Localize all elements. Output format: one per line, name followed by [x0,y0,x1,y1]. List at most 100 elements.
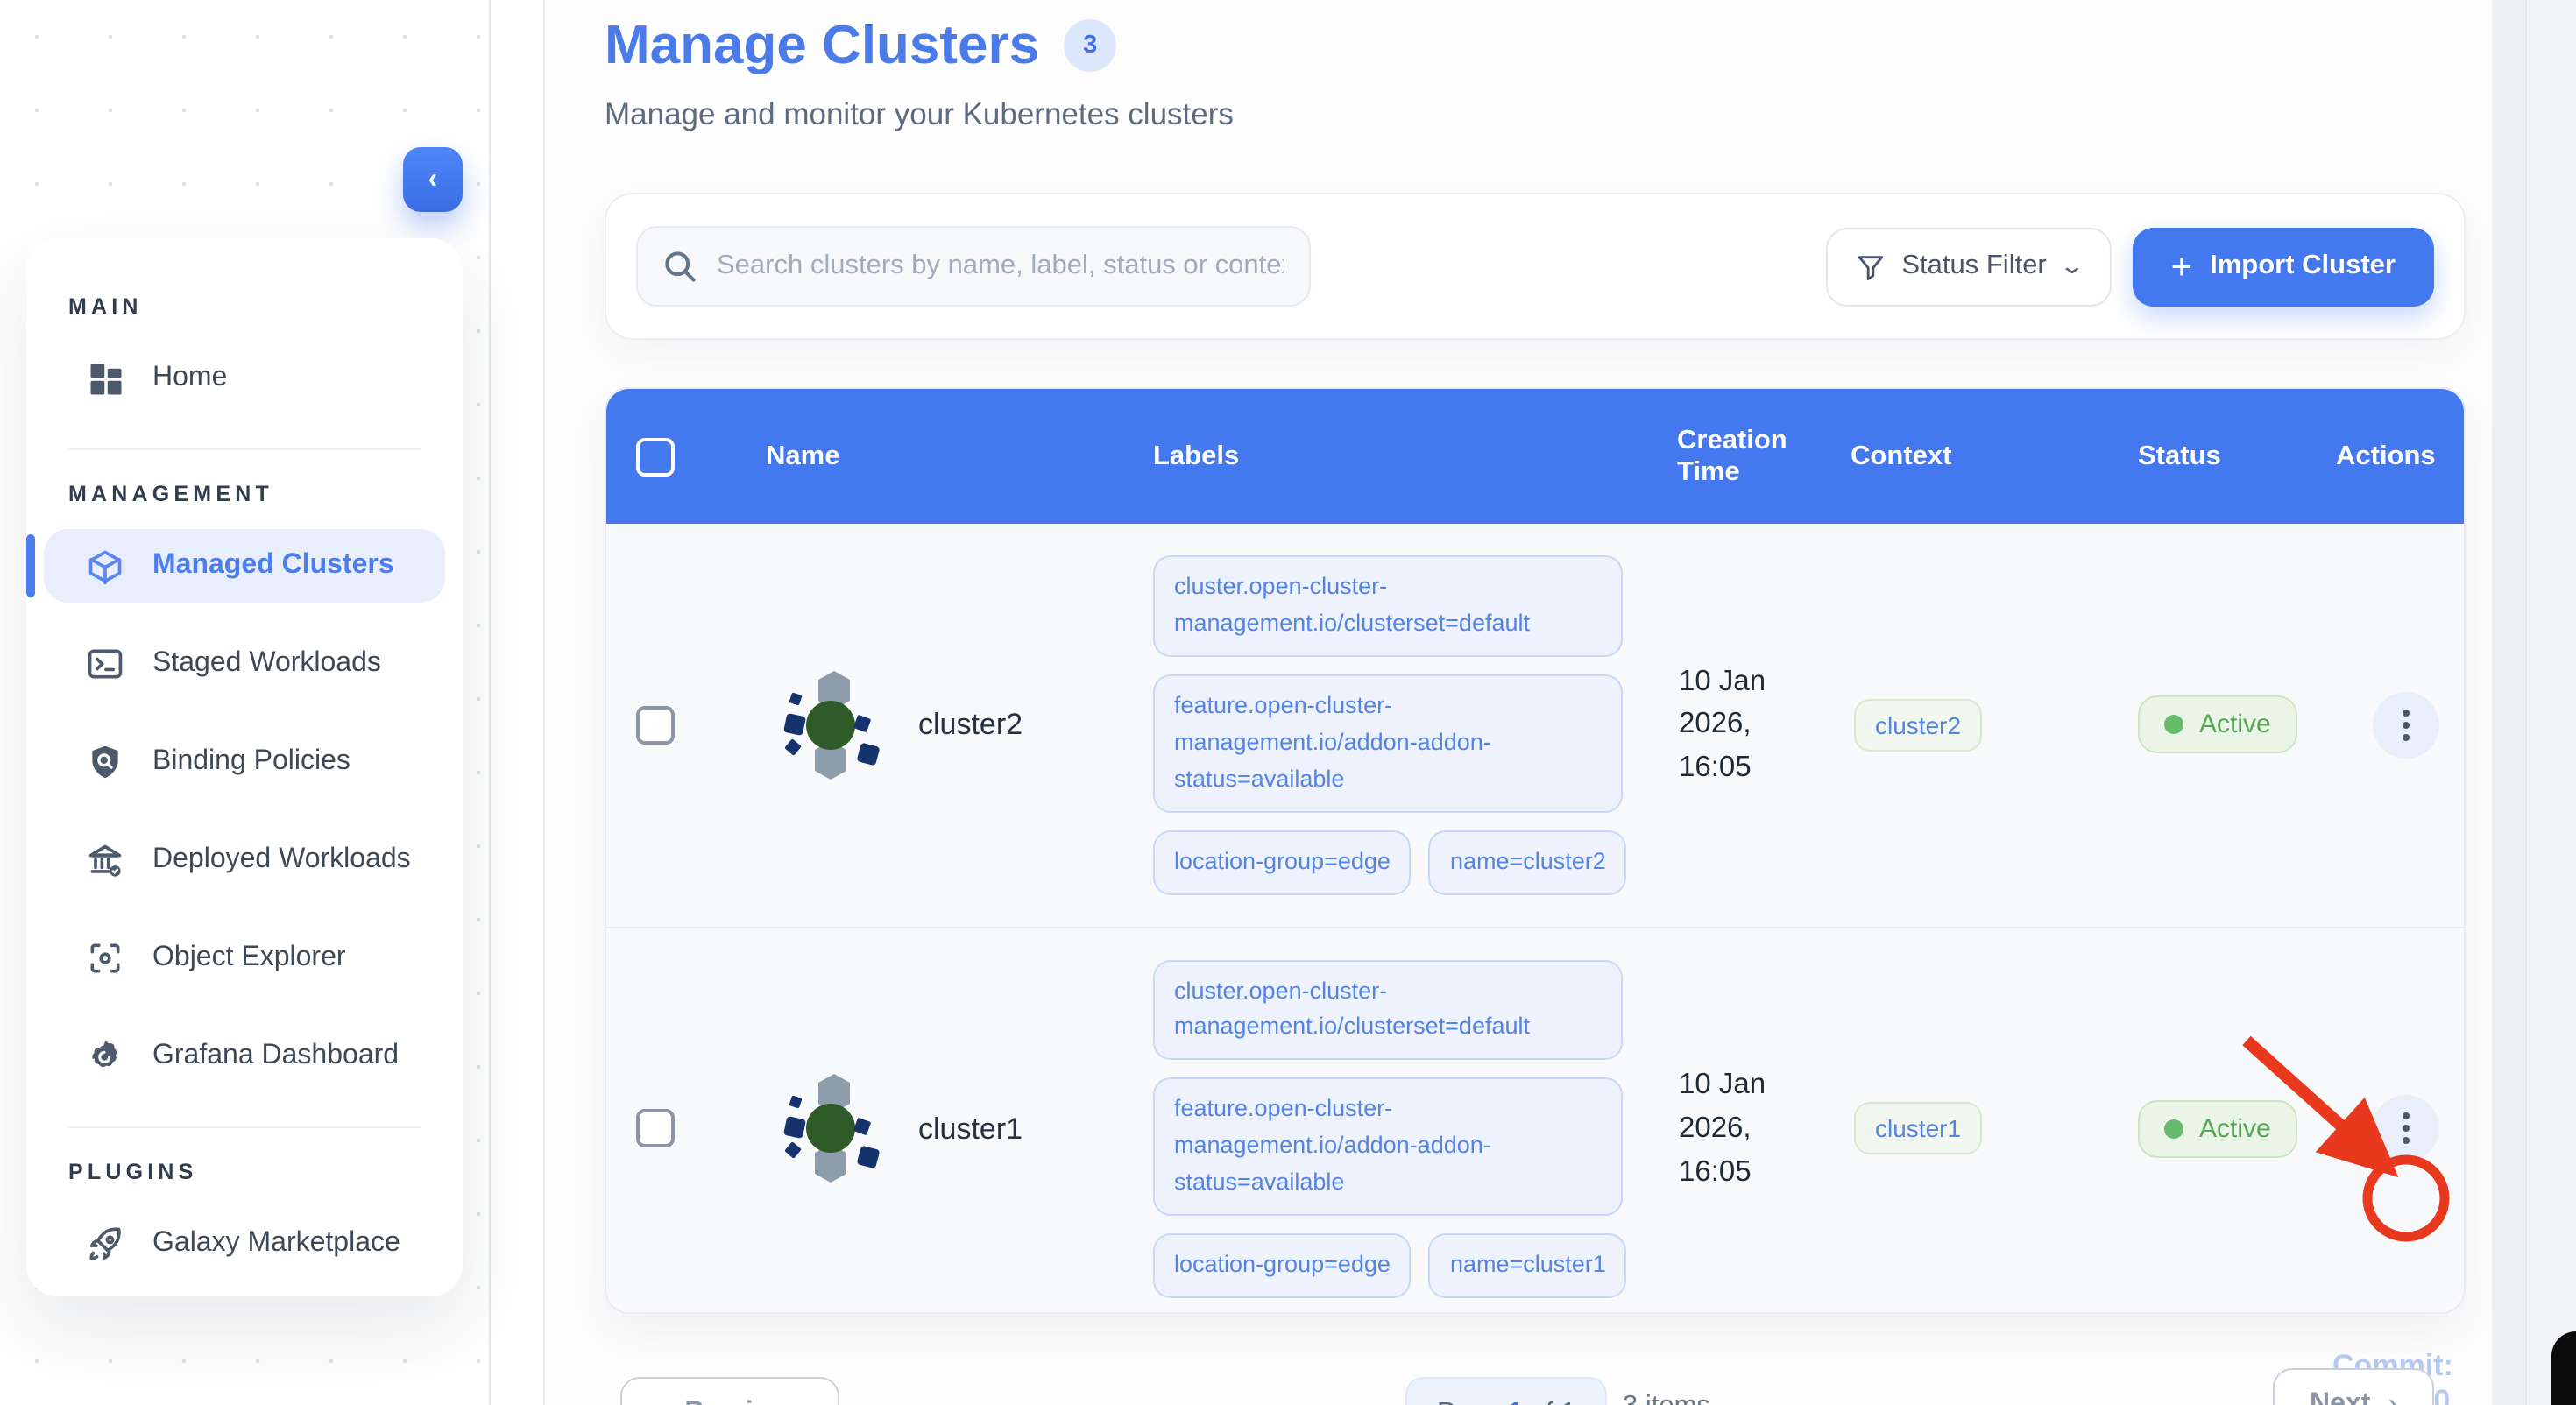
chevron-left-icon: ‹ [428,164,438,194]
column-header-context[interactable]: Context [1808,441,2089,472]
chevron-down-icon: ⌄ [2058,252,2085,279]
clusters-table: Name Labels Creation Time Context Status… [605,387,2466,1314]
status-filter-button[interactable]: Status Filter ⌄ [1826,227,2112,306]
label-chip: name=cluster2 [1428,830,1627,895]
page-subtitle: Manage and monitor your Kubernetes clust… [605,96,1234,131]
cluster-name-cell: cluster2 [704,662,1108,788]
filter-funnel-icon [1858,255,1884,279]
focus-icon [86,939,124,978]
sidebar-item-deployed-workloads[interactable]: Deployed Workloads [44,823,445,897]
cluster-avatar-icon [783,670,880,780]
previous-label: Previous [684,1398,803,1405]
sidebar-item-binding-policies[interactable]: Binding Policies [44,725,445,799]
sidebar-divider [68,1126,421,1128]
status-dot-icon [2164,715,2183,735]
table-row: cluster2 cluster.open-cluster-management.… [606,524,2464,926]
plus-icon: + [2170,246,2193,286]
search-input[interactable] [636,226,1311,307]
page-title: Manage Clusters [605,14,1040,75]
sidebar-item-label: Deployed Workloads [152,844,411,874]
bank-icon [86,841,124,879]
sidebar-divider [68,448,421,450]
select-all-checkbox[interactable] [636,437,675,476]
status-badge: Active [2138,695,2297,754]
sidebar-item-label: Managed Clusters [152,550,394,580]
context-chip[interactable]: cluster2 [1854,698,1983,752]
rocket-icon [86,1225,124,1263]
creation-time: 10 Jan 2026, 16:05 [1679,1069,1766,1188]
chevron-right-icon: › [2388,1387,2398,1405]
items-count: 3 items [1623,1391,1710,1405]
cluster-name[interactable]: cluster1 [918,1106,1086,1151]
search-icon [665,251,696,282]
sidebar-item-grafana-dashboard[interactable]: Grafana Dashboard [44,1020,445,1093]
page-indicator: Page 1 of 1 [1405,1377,1608,1405]
column-header-labels[interactable]: Labels [1108,441,1633,472]
label-chip: location-group=edge [1153,830,1412,895]
sidebar-item-label: Staged Workloads [152,648,381,678]
bottom-right-corner-shape [2551,1331,2576,1405]
row-checkbox[interactable] [636,1109,675,1148]
page-header: Manage Clusters 3 Manage and monitor you… [605,14,1234,133]
dashboard-icon [86,359,124,398]
label-chip: feature.open-cluster-management.io/addon… [1153,674,1623,813]
label-chip: location-group=edge [1153,1233,1412,1299]
sidebar-item-galaxy-marketplace[interactable]: Galaxy Marketplace [44,1207,445,1281]
status-label: Active [2199,1113,2271,1144]
chevron-left-icon: ‹ [657,1396,667,1405]
column-header-name[interactable]: Name [704,441,1108,472]
sidebar-section-title: PLUGINS [68,1160,198,1184]
import-cluster-label: Import Cluster [2210,251,2396,280]
import-cluster-button[interactable]: + Import Cluster [2132,227,2434,306]
status-badge: Active [2138,1099,2297,1158]
cluster-name[interactable]: cluster2 [918,702,1086,747]
labels-cell: cluster.open-cluster-management.io/clust… [1108,928,1633,1312]
pagination-bar: Commit: ebe1c30 ‹ Previous Page 1 of 1 3… [605,1349,2466,1405]
labels-cell: cluster.open-cluster-management.io/clust… [1108,524,1633,926]
sidebar-item-home[interactable]: Home [44,342,445,415]
sidebar: MAIN Home MANAGEMENT Managed Clusters Staged… [26,238,463,1296]
sidebar-item-managed-clusters[interactable]: Managed Clusters [26,529,445,603]
label-chip: cluster.open-cluster-management.io/clust… [1153,959,1623,1061]
sidebar-item-label: Galaxy Marketplace [152,1228,400,1258]
row-actions-menu-button[interactable] [2373,1095,2439,1162]
row-actions-menu-button[interactable] [2373,691,2439,759]
sidebar-section-title: MANAGEMENT [68,482,273,506]
label-chip: feature.open-cluster-management.io/addon… [1153,1077,1623,1217]
sidebar-item-label: Object Explorer [152,943,346,972]
sidebar-section-title: MAIN [68,294,143,319]
context-chip[interactable]: cluster1 [1854,1102,1983,1155]
sidebar-collapse-button[interactable]: ‹ [403,147,463,212]
status-label: Active [2199,710,2271,740]
grafana-icon [86,1037,124,1076]
right-edge-panel [2525,0,2576,1405]
status-dot-icon [2164,1119,2183,1139]
sidebar-item-staged-workloads[interactable]: Staged Workloads [44,627,445,701]
table-header-row: Name Labels Creation Time Context Status… [606,389,2464,524]
cube-icon [86,547,124,585]
current-page-number: 1 [1508,1398,1523,1405]
sidebar-item-label: Grafana Dashboard [152,1041,400,1070]
table-row: cluster1 cluster.open-cluster-management.… [606,926,2464,1312]
cluster-name-cell: cluster1 [704,1066,1108,1192]
sidebar-item-label: Binding Policies [152,746,350,776]
shield-search-icon [86,743,124,781]
status-filter-label: Status Filter [1901,251,2047,280]
sidebar-item-label: Home [152,363,228,392]
background-divider-line [489,0,491,1405]
cluster-count-badge: 3 [1064,19,1117,72]
creation-time: 10 Jan 2026, 16:05 [1679,665,1766,784]
row-checkbox[interactable] [636,705,675,745]
sidebar-item-object-explorer[interactable]: Object Explorer [44,921,445,995]
toolbar-card: Status Filter ⌄ + Import Cluster [605,193,2466,340]
column-header-status[interactable]: Status [2089,441,2299,472]
label-chip: cluster.open-cluster-management.io/clust… [1153,555,1623,657]
next-page-button[interactable]: Next › [2273,1368,2435,1405]
column-header-creation-time[interactable]: Creation Time [1633,425,1808,488]
terminal-icon [86,645,124,683]
cluster-avatar-icon [783,1074,880,1183]
column-header-actions[interactable]: Actions [2299,441,2464,472]
label-chip: name=cluster1 [1428,1233,1627,1299]
previous-page-button[interactable]: ‹ Previous [620,1377,840,1405]
next-label: Next [2310,1389,2371,1405]
